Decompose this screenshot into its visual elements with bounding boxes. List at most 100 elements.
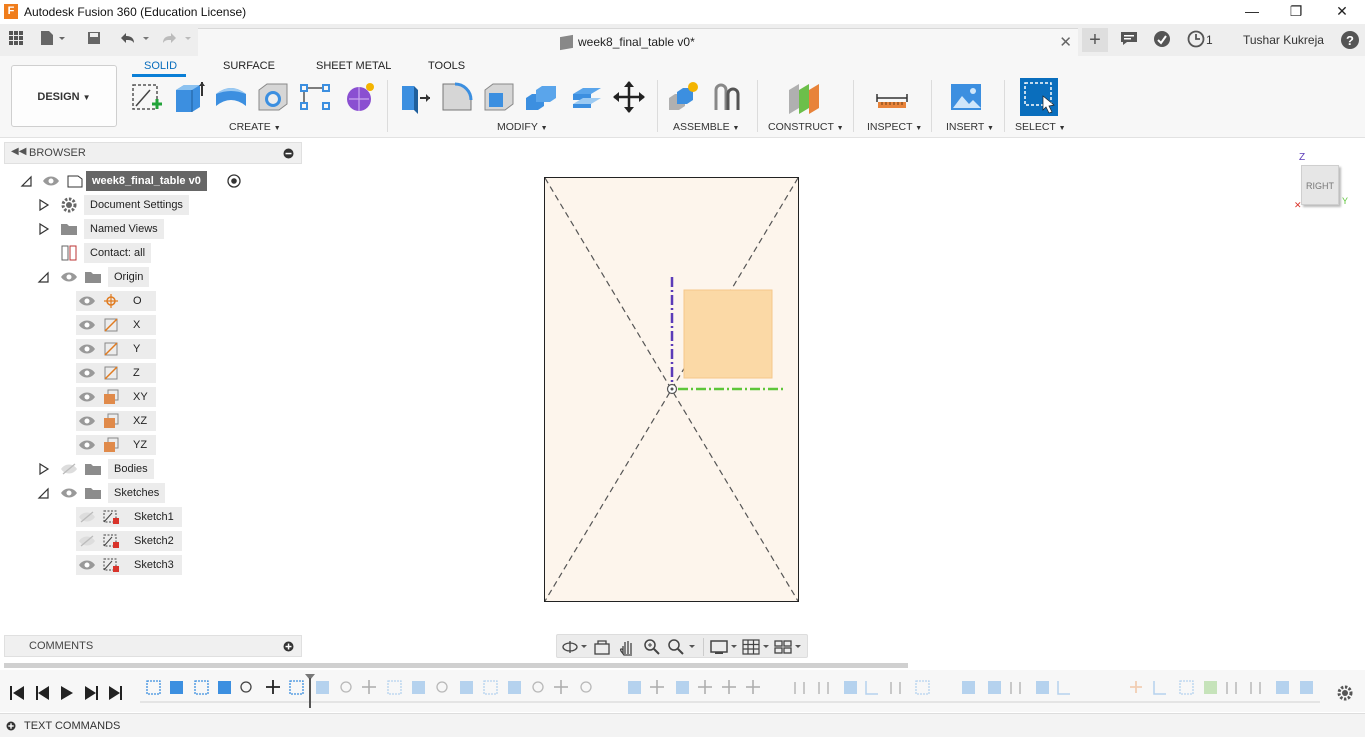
comment-icon[interactable] — [1118, 30, 1140, 50]
collapse-panel-icon[interactable]: ◀◀ — [11, 146, 26, 157]
timeline-scrollbar[interactable] — [4, 663, 908, 668]
hole-icon[interactable] — [256, 80, 290, 114]
text-commands-bar[interactable]: TEXT COMMANDS — [0, 713, 1365, 737]
assemble-group-label[interactable]: ASSEMBLE ▼ — [673, 121, 739, 133]
timeline-settings-gear-icon[interactable] — [1336, 684, 1354, 702]
job-status-icon[interactable] — [1151, 30, 1173, 50]
create-group-label[interactable]: CREATE ▼ — [229, 121, 281, 133]
comments-panel-header[interactable]: COMMENTS — [4, 635, 302, 657]
file-menu-icon[interactable] — [38, 30, 68, 50]
browser-item-bodies[interactable]: Bodies — [0, 459, 300, 479]
browser-item-sketch1[interactable]: Sketch1 — [0, 507, 300, 527]
browser-item-origin-point[interactable]: O — [0, 291, 300, 311]
expand-plus-icon[interactable] — [6, 721, 16, 731]
browser-item-sketches[interactable]: Sketches — [0, 483, 300, 503]
grid-settings-icon[interactable] — [741, 638, 771, 656]
create-sketch-icon[interactable] — [130, 80, 164, 114]
measure-icon[interactable] — [875, 80, 909, 114]
timeline-feature-joint-icon[interactable] — [240, 681, 252, 693]
hidden-eye-icon[interactable] — [78, 534, 96, 548]
pattern-icon[interactable] — [298, 80, 332, 114]
insert-group-label[interactable]: INSERT ▼ — [946, 121, 994, 133]
timeline-suppressed-features[interactable] — [316, 680, 1313, 695]
visibility-eye-icon[interactable] — [78, 438, 96, 452]
orbit-icon[interactable] — [561, 638, 589, 656]
select-window-icon[interactable] — [1020, 78, 1058, 116]
tab-sheet-metal[interactable]: SHEET METAL — [316, 60, 391, 72]
expanded-triangle-icon[interactable] — [20, 174, 34, 188]
visibility-eye-icon[interactable] — [60, 270, 78, 284]
step-back-icon[interactable] — [36, 686, 49, 700]
go-to-start-icon[interactable] — [10, 686, 24, 700]
modify-group-label[interactable]: MODIFY ▼ — [497, 121, 548, 133]
visibility-eye-icon[interactable] — [78, 318, 96, 332]
display-settings-icon[interactable] — [709, 638, 739, 656]
minimize-button[interactable]: — — [1229, 0, 1275, 24]
hidden-eye-icon[interactable] — [60, 462, 78, 476]
collapsed-triangle-icon[interactable] — [37, 222, 51, 236]
visibility-eye-icon[interactable] — [78, 414, 96, 428]
browser-item-contact[interactable]: Contact: all — [0, 243, 300, 263]
viewcube-right-face[interactable]: RIGHT — [1301, 165, 1339, 205]
expanded-triangle-icon[interactable] — [37, 270, 51, 284]
inspect-group-label[interactable]: INSPECT ▼ — [867, 121, 922, 133]
redo-icon[interactable] — [158, 30, 194, 50]
add-comment-icon[interactable] — [283, 641, 294, 652]
visibility-eye-icon[interactable] — [78, 390, 96, 404]
undo-icon[interactable] — [116, 30, 152, 50]
visibility-eye-icon[interactable] — [78, 294, 96, 308]
data-panel-grid-icon[interactable] — [6, 30, 26, 50]
user-name[interactable]: Tushar Kukreja — [1243, 30, 1324, 50]
zoom-window-icon[interactable] — [667, 638, 697, 656]
activate-radio-icon[interactable] — [227, 174, 241, 188]
visibility-eye-icon[interactable] — [78, 366, 96, 380]
browser-item-axis-z[interactable]: Z — [0, 363, 300, 383]
tab-surface[interactable]: SURFACE — [223, 60, 275, 72]
browser-item-sketch3[interactable]: Sketch3 — [0, 555, 300, 575]
browser-item-plane-yz[interactable]: YZ — [0, 435, 300, 455]
browser-panel-header[interactable]: ◀◀ BROWSER — [4, 142, 302, 164]
browser-item-named-views[interactable]: Named Views — [0, 219, 300, 239]
workspace-switcher-button[interactable]: DESIGN ▼ — [11, 65, 117, 127]
save-icon[interactable] — [84, 30, 104, 50]
tab-solid[interactable]: SOLID — [144, 60, 177, 72]
browser-item-plane-xy[interactable]: XY — [0, 387, 300, 407]
restore-button[interactable]: ❐ — [1273, 0, 1319, 24]
shell-icon[interactable] — [482, 80, 516, 114]
extrude-icon[interactable] — [172, 80, 206, 114]
browser-item-axis-x[interactable]: X — [0, 315, 300, 335]
timeline-feature-sketch-icon[interactable] — [289, 680, 304, 695]
collapsed-triangle-icon[interactable] — [37, 198, 51, 212]
help-icon[interactable]: ? — [1338, 30, 1362, 50]
viewports-icon[interactable] — [773, 638, 803, 656]
timeline-feature-extrude-icon[interactable] — [170, 681, 183, 694]
browser-item-document-settings[interactable]: Document Settings — [0, 195, 300, 215]
notifications-count[interactable]: 1 — [1206, 30, 1213, 50]
new-component-icon[interactable] — [666, 80, 700, 114]
collapsed-triangle-icon[interactable] — [37, 462, 51, 476]
new-tab-plus-icon[interactable]: + — [1082, 28, 1108, 52]
tab-tools[interactable]: TOOLS — [428, 60, 465, 72]
play-icon[interactable] — [61, 686, 73, 700]
offset-plane-icon[interactable] — [787, 80, 821, 114]
look-at-icon[interactable] — [593, 638, 611, 656]
go-to-end-icon[interactable] — [109, 686, 122, 700]
zoom-icon[interactable] — [643, 638, 661, 656]
notifications-clock-icon[interactable] — [1186, 30, 1206, 50]
expanded-triangle-icon[interactable] — [37, 486, 51, 500]
step-forward-icon[interactable] — [85, 686, 98, 700]
visibility-eye-icon[interactable] — [60, 486, 78, 500]
revolve-icon[interactable] — [214, 80, 248, 114]
timeline-marker[interactable] — [305, 674, 315, 708]
minus-circle-icon[interactable] — [283, 148, 294, 159]
create-form-icon[interactable] — [342, 80, 376, 114]
fillet-icon[interactable] — [440, 80, 474, 114]
browser-item-sketch2[interactable]: Sketch2 — [0, 531, 300, 551]
close-window-button[interactable]: ✕ — [1319, 0, 1365, 24]
browser-item-axis-y[interactable]: Y — [0, 339, 300, 359]
viewcube[interactable]: Z RIGHT Y ✕ — [1292, 152, 1352, 212]
visibility-eye-icon[interactable] — [42, 174, 60, 188]
combine-icon[interactable] — [524, 80, 558, 114]
construct-group-label[interactable]: CONSTRUCT ▼ — [768, 121, 844, 133]
joint-icon[interactable] — [710, 80, 744, 114]
